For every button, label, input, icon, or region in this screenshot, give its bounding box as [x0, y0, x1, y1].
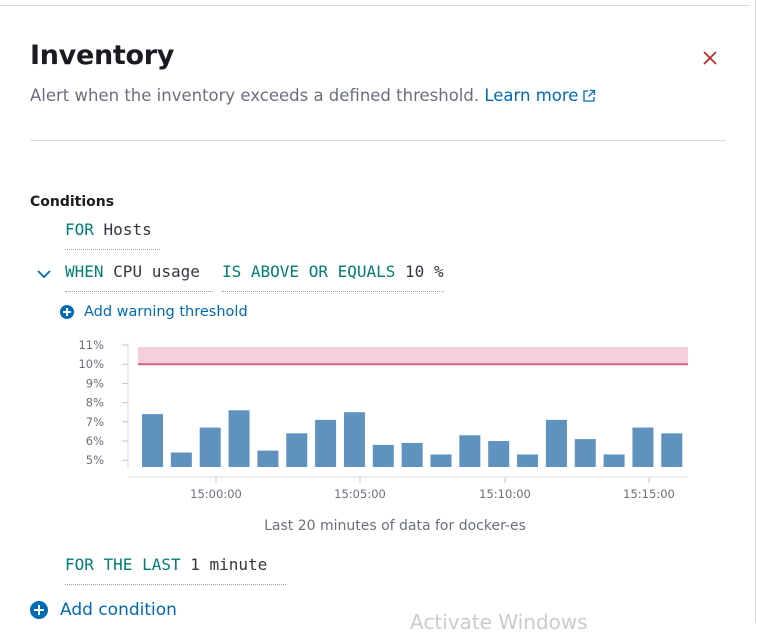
- y-tick-label: 10%: [78, 357, 104, 371]
- plus-circle-icon: [60, 305, 74, 319]
- flyout-description: Alert when the inventory exceeds a defin…: [30, 86, 596, 107]
- y-tick-label: 7%: [86, 415, 104, 429]
- y-tick-label: 5%: [86, 453, 104, 467]
- chart-bar: [574, 439, 596, 467]
- flyout-title: Inventory: [30, 40, 175, 71]
- add-condition-button[interactable]: Add condition: [30, 600, 177, 620]
- add-condition-label: Add condition: [60, 600, 177, 620]
- for-keyword: FOR: [65, 220, 94, 239]
- chart-bar: [315, 419, 337, 467]
- for-the-last-expression[interactable]: FOR THE LAST 1 minute: [65, 555, 267, 574]
- for-the-last-value: 1 minute: [190, 555, 268, 574]
- y-tick-label: 9%: [86, 376, 104, 390]
- for-the-last-keyword: FOR THE LAST: [65, 555, 181, 574]
- add-warning-label: Add warning threshold: [84, 304, 248, 320]
- x-tick-label: 15:00:00: [190, 487, 242, 501]
- learn-more-link[interactable]: Learn more: [484, 86, 596, 105]
- plus-circle-icon: [30, 601, 48, 619]
- chart-bar: [142, 414, 163, 467]
- external-link-icon: [582, 88, 596, 107]
- for-expression[interactable]: FOR Hosts: [65, 220, 152, 239]
- comparator: IS ABOVE OR EQUALS: [222, 262, 396, 281]
- chart-bar: [603, 454, 625, 467]
- threshold-underline: [222, 291, 444, 292]
- for-value: Hosts: [103, 220, 152, 239]
- chart-bar: [545, 419, 567, 467]
- add-warning-threshold-button[interactable]: Add warning threshold: [60, 304, 248, 320]
- threshold-band: [138, 346, 688, 365]
- when-expression[interactable]: WHEN CPU usage: [65, 262, 200, 281]
- x-tick-label: 15:05:00: [334, 487, 386, 501]
- chart-bar: [286, 433, 308, 467]
- chart-bar: [661, 433, 683, 467]
- when-underline: [65, 291, 213, 292]
- chevron-down-icon[interactable]: [36, 265, 52, 284]
- x-tick-label: 15:15:00: [623, 487, 675, 501]
- chart-bar: [401, 442, 423, 467]
- chart-bar: [199, 427, 221, 467]
- chart-caption: Last 20 minutes of data for docker-es: [264, 518, 526, 534]
- chart-bar: [170, 452, 192, 467]
- chart-bar: [632, 427, 654, 467]
- when-keyword: WHEN: [65, 262, 104, 281]
- learn-more-label: Learn more: [484, 86, 579, 105]
- x-tick-label: 15:10:00: [479, 487, 531, 501]
- y-tick-label: 8%: [86, 396, 104, 410]
- chart-bar: [228, 410, 250, 467]
- close-icon[interactable]: [700, 48, 720, 68]
- threshold-unit: %: [433, 262, 444, 281]
- chart-bar: [372, 444, 394, 467]
- header-divider: [30, 140, 726, 141]
- when-metric: CPU usage: [113, 262, 200, 281]
- activate-windows-watermark: Activate Windows: [410, 610, 588, 634]
- chart-bar: [488, 441, 510, 467]
- threshold-expression[interactable]: IS ABOVE OR EQUALS 10 %: [222, 262, 444, 281]
- conditions-heading: Conditions: [30, 194, 115, 210]
- chart-bar: [430, 454, 452, 467]
- for-underline: [65, 249, 160, 250]
- chart-bar: [343, 412, 365, 467]
- y-tick-label: 6%: [86, 434, 104, 448]
- threshold-value: 10: [405, 262, 425, 281]
- preview-chart: 11% 10% 9% 8% 7% 6% 5% 15:00:00 15:05:00 15:10:00…: [78, 338, 688, 501]
- chart-bar: [517, 454, 539, 467]
- chart-bar: [459, 435, 481, 467]
- description-text: Alert when the inventory exceeds a defin…: [30, 86, 480, 105]
- chart-bar: [257, 450, 279, 467]
- top-border: [0, 5, 750, 6]
- y-tick-label: 11%: [78, 338, 104, 352]
- for-the-last-underline: [65, 584, 286, 585]
